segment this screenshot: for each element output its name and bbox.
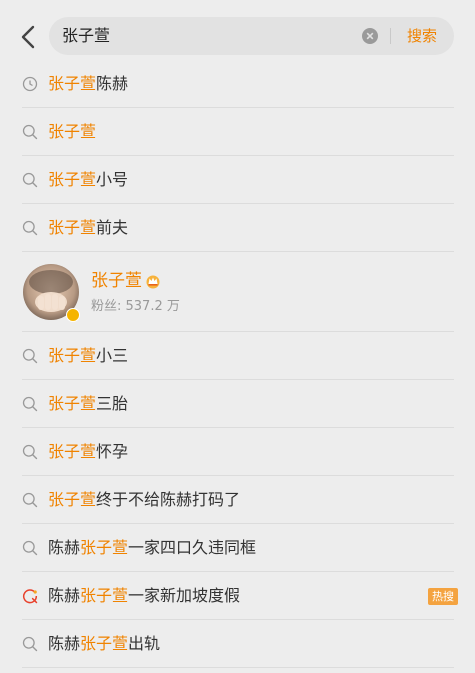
suggestion-item[interactable]: 张子萱怀孕 — [0, 428, 475, 476]
hot-search-icon — [23, 589, 38, 604]
search-icon — [22, 124, 38, 140]
suggestion-label: 张子萱小三 — [48, 346, 129, 365]
clear-icon[interactable] — [362, 28, 378, 44]
suggestion-label: 张子萱前夫 — [48, 218, 129, 237]
search-divider — [390, 28, 391, 44]
back-arrow-icon[interactable] — [16, 22, 42, 52]
search-icon — [22, 444, 38, 460]
suggestion-item[interactable]: 张子萱前夫 — [0, 204, 475, 252]
hot-badge: 热搜 — [428, 588, 458, 605]
suggestion-item[interactable]: 张子萱 — [0, 108, 475, 156]
user-name: 张子萱 — [91, 271, 142, 291]
suggestion-label: 张子萱三胎 — [48, 394, 129, 413]
suggestion-item[interactable]: 张子萱终于不给陈赫打码了 — [0, 476, 475, 524]
suggestion-item[interactable]: 张子萱陈赫 — [0, 60, 475, 108]
search-icon — [22, 636, 38, 652]
user-result[interactable]: 张子萱 粉丝: 537.2 万 — [0, 252, 475, 332]
suggestion-item[interactable]: 张子萱小三 — [0, 332, 475, 380]
crown-icon — [146, 275, 160, 289]
verified-badge-icon — [66, 308, 80, 322]
suggestion-label: 陈赫张子萱出轨 — [48, 634, 161, 653]
suggestion-label: 张子萱终于不给陈赫打码了 — [48, 490, 241, 509]
search-icon — [22, 348, 38, 364]
suggestion-label: 陈赫张子萱一家四口久违同框 — [48, 538, 257, 557]
search-icon — [22, 396, 38, 412]
suggestion-item[interactable]: 张子萱小号 — [0, 156, 475, 204]
suggestion-item[interactable]: 张子萱三胎 — [0, 380, 475, 428]
search-icon — [22, 172, 38, 188]
fans-count: 粉丝: 537.2 万 — [91, 299, 180, 314]
search-icon — [22, 220, 38, 236]
suggestion-label: 张子萱小号 — [48, 170, 129, 189]
history-icon — [22, 76, 38, 92]
row-divider — [22, 667, 454, 668]
search-icon — [22, 540, 38, 556]
suggestion-item[interactable]: 陈赫张子萱出轨 — [0, 620, 475, 668]
suggestion-item[interactable]: 陈赫张子萱一家新加坡度假 热搜 — [0, 572, 475, 620]
search-button[interactable]: 搜索 — [407, 26, 437, 46]
suggestion-item[interactable]: 陈赫张子萱一家四口久违同框 — [0, 524, 475, 572]
search-query-text[interactable]: 张子萱 — [62, 26, 110, 46]
search-icon — [22, 492, 38, 508]
suggestion-label: 张子萱 — [48, 122, 97, 141]
suggestion-list: 张子萱陈赫 张子萱 张子萱小号 张子萱前夫 张子萱 粉丝: 537.2 万 张子… — [0, 60, 475, 668]
suggestion-label: 张子萱怀孕 — [48, 442, 129, 461]
suggestion-label: 陈赫张子萱一家新加坡度假 — [48, 586, 241, 605]
suggestion-label: 张子萱陈赫 — [48, 74, 129, 93]
search-input[interactable]: 张子萱 搜索 — [49, 17, 454, 55]
